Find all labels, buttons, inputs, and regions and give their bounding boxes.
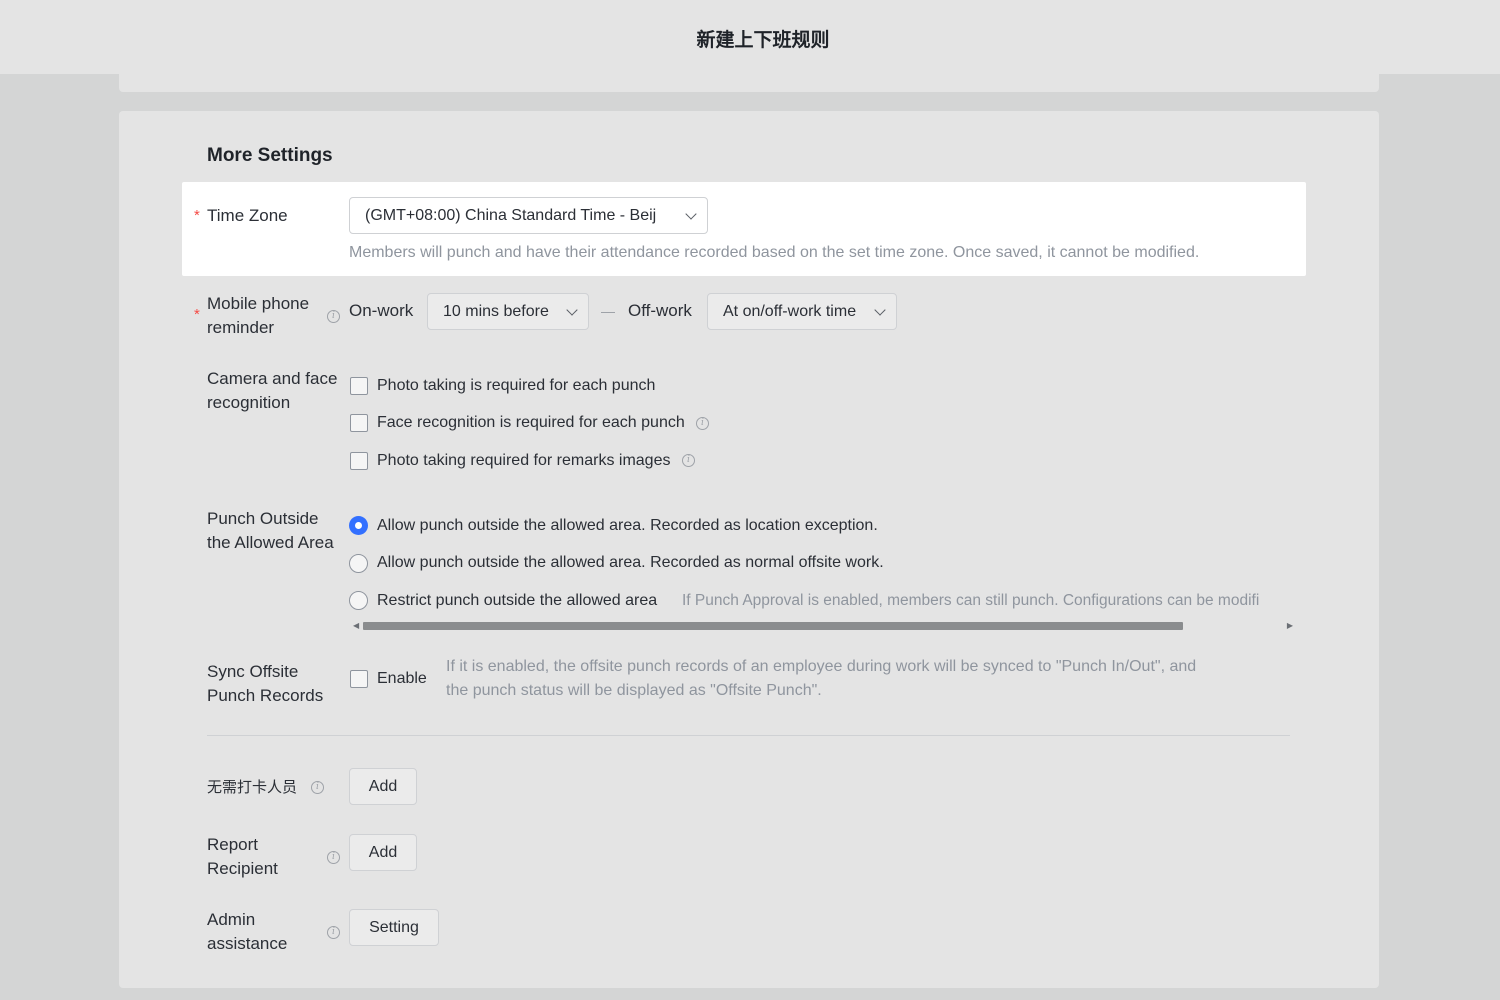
scroll-right-icon[interactable]: ▶ [1287,622,1293,630]
section-divider [207,735,1290,736]
on-work-label: On-work [349,301,414,320]
normal-offsite-radio[interactable] [349,554,368,573]
sync-offsite-enable-label: Enable [377,670,427,687]
time-zone-select[interactable]: (GMT+08:00) China Standard Time - Beij [349,197,708,234]
no-punch-members-label: 无需打卡人员 [207,778,298,796]
info-circle-icon[interactable]: i [327,926,340,939]
normal-offsite-label: Allow punch outside the allowed area. Re… [377,554,884,571]
off-work-reminder-value: At on/off-work time [723,303,857,320]
section-title: More Settings [207,145,333,166]
restrict-punch-label: Restrict punch outside the allowed area [377,592,658,609]
chevron-down-icon [566,304,578,316]
time-zone-label: Time Zone [207,206,288,225]
required-mark: * [194,207,200,224]
photo-remarks-checkbox[interactable] [350,452,368,470]
scroll-left-icon[interactable]: ◀ [353,622,359,630]
on-work-reminder-select[interactable]: 10 mins before [427,293,589,330]
required-mark: * [194,306,200,323]
window-header: 新建上下班规则 [0,0,1500,74]
restrict-punch-hint: If Punch Approval is enabled, members ca… [682,592,1260,609]
face-recognition-label: Face recognition is required for each pu… [377,414,685,431]
punch-outside-label: Punch Outside the Allowed Area [207,509,334,552]
info-circle-icon[interactable]: i [696,417,709,430]
on-work-reminder-value: 10 mins before [443,303,549,320]
sync-offsite-label: Sync Offsite Punch Records [207,662,324,705]
location-exception-radio[interactable] [349,516,368,535]
location-exception-label: Allow punch outside the allowed area. Re… [377,517,878,534]
info-circle-icon[interactable]: i [682,454,695,467]
scrollbar-thumb[interactable] [363,622,1183,630]
off-work-reminder-select[interactable]: At on/off-work time [707,293,897,330]
info-circle-icon[interactable]: i [327,310,340,323]
chevron-down-icon [874,304,886,316]
off-work-label: Off-work [628,301,692,320]
sync-offsite-hint: If it is enabled, the offsite punch reco… [446,658,1197,699]
more-settings-card: More Settings * Time Zone (GMT+08:00) Ch… [119,111,1379,988]
admin-assistance-setting-button[interactable]: Setting [349,909,439,946]
admin-assistance-label: Admin assistance [207,910,288,953]
time-zone-hint: Members will punch and have their attend… [349,244,1200,261]
photo-remarks-label: Photo taking required for remarks images [377,452,671,469]
camera-label: Camera and face recognition [207,369,338,412]
info-circle-icon[interactable]: i [327,851,340,864]
window-title: 新建上下班规则 [696,28,830,51]
report-recipient-label: Report Recipient [207,835,278,878]
no-punch-add-button[interactable]: Add [349,768,417,805]
mobile-reminder-label: Mobile phone reminder [207,294,310,337]
photo-each-punch-checkbox[interactable] [350,377,368,395]
time-zone-value: (GMT+08:00) China Standard Time - Beij [365,207,657,224]
photo-each-punch-label: Photo taking is required for each punch [377,377,656,394]
range-dash [601,312,615,313]
face-recognition-checkbox[interactable] [350,414,368,432]
report-recipient-add-button[interactable]: Add [349,834,417,871]
previous-card-bottom [119,74,1379,92]
horizontal-scrollbar[interactable]: ◀ ▶ [349,619,1293,631]
sync-offsite-checkbox[interactable] [350,670,368,688]
restrict-punch-radio[interactable] [349,591,368,610]
chevron-down-icon [685,208,697,220]
info-circle-icon[interactable]: i [311,781,324,794]
